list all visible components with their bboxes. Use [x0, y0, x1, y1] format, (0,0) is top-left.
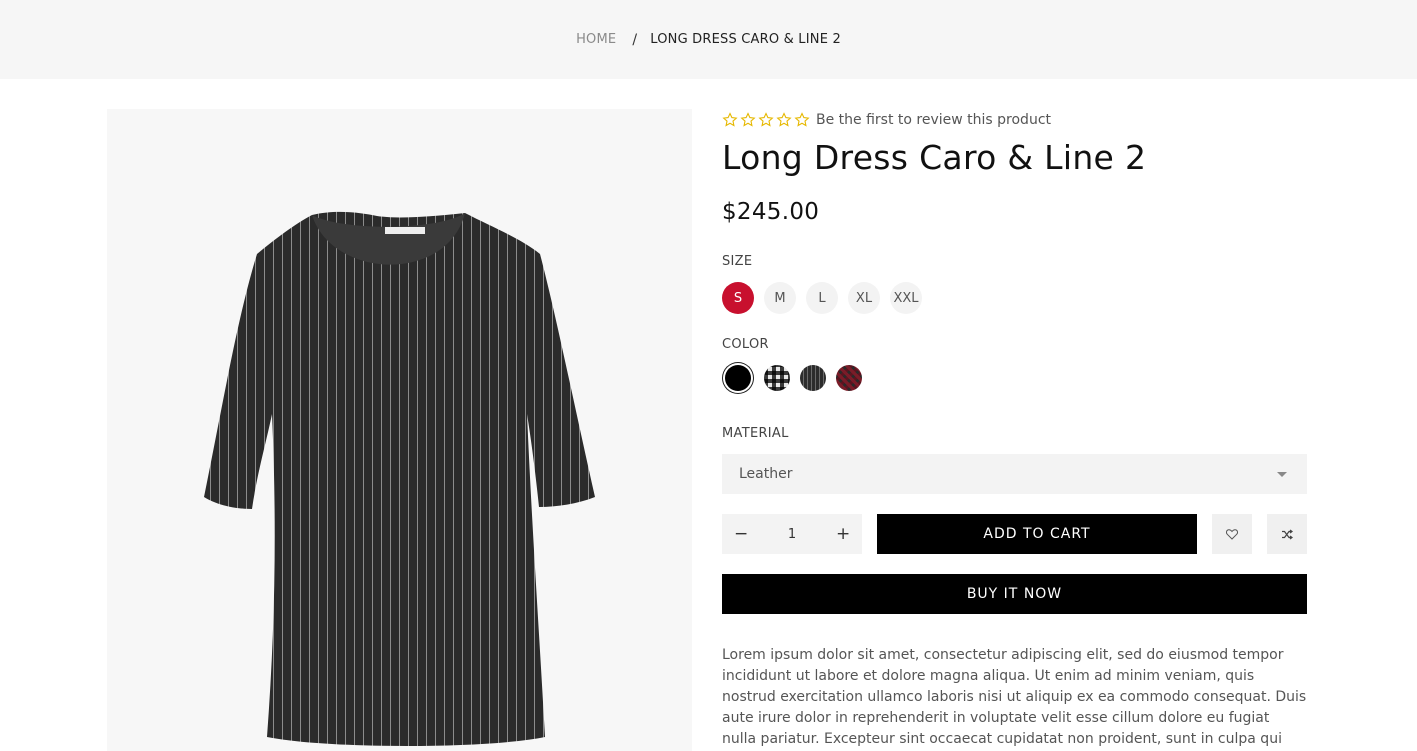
wishlist-button[interactable] — [1212, 514, 1252, 554]
chevron-down-icon — [1277, 472, 1287, 477]
rating-stars — [722, 112, 810, 128]
product-title: Long Dress Caro & Line 2 — [722, 138, 1147, 177]
color-swatch-check[interactable] — [764, 365, 790, 391]
product-price: $245.00 — [722, 199, 820, 225]
star-icon — [758, 112, 774, 127]
color-options — [722, 365, 862, 391]
material-label: MATERIAL — [722, 426, 789, 441]
breadcrumb-separator: / — [632, 31, 638, 48]
quantity-increase-button[interactable]: + — [836, 525, 850, 543]
heart-icon — [1226, 528, 1238, 540]
star-icon — [776, 112, 792, 127]
color-label: COLOR — [722, 337, 769, 352]
material-select[interactable]: Leather — [722, 454, 1307, 494]
size-option-m[interactable]: M — [764, 282, 796, 314]
rating-row: Be the first to review this product — [722, 111, 1051, 129]
color-swatch-black[interactable] — [725, 365, 751, 391]
size-options: S M L XL XXL — [722, 282, 922, 314]
color-swatch-stripe[interactable] — [800, 365, 826, 391]
size-option-l[interactable]: L — [806, 282, 838, 314]
dress-illustration — [204, 211, 595, 746]
star-icon — [722, 112, 738, 127]
material-value: Leather — [739, 466, 793, 482]
buy-now-button[interactable]: BUY IT NOW — [722, 574, 1307, 614]
size-label: SIZE — [722, 254, 753, 269]
quantity-decrease-button[interactable]: − — [734, 525, 748, 543]
breadcrumb-current: LONG DRESS CARO & LINE 2 — [650, 32, 841, 47]
quantity-input[interactable]: 1 — [772, 527, 812, 542]
shuffle-icon — [1282, 529, 1293, 539]
compare-button[interactable] — [1267, 514, 1307, 554]
product-image[interactable] — [107, 109, 692, 751]
product-description: Lorem ipsum dolor sit amet, consectetur … — [722, 647, 1307, 747]
quantity-stepper: − 1 + — [722, 514, 862, 554]
size-option-xxl[interactable]: XXL — [890, 282, 922, 314]
star-icon — [740, 112, 756, 127]
breadcrumb: HOME / LONG DRESS CARO & LINE 2 — [0, 0, 1417, 79]
breadcrumb-home-link[interactable]: HOME — [576, 32, 616, 47]
size-option-s[interactable]: S — [722, 282, 754, 314]
color-swatch-red-check[interactable] — [836, 365, 862, 391]
size-option-xl[interactable]: XL — [848, 282, 880, 314]
star-icon — [794, 112, 810, 127]
review-link[interactable]: Be the first to review this product — [816, 112, 1051, 128]
add-to-cart-button[interactable]: ADD TO CART — [877, 514, 1197, 554]
